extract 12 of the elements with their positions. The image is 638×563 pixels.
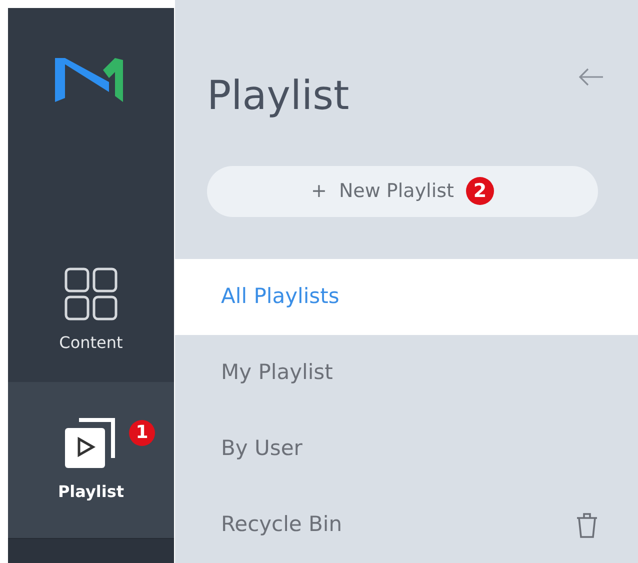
sidebar-item[interactable]: 1 Playlist	[8, 382, 174, 538]
menu-item[interactable]: All Playlists	[175, 258, 638, 335]
new-playlist-button[interactable]: + New Playlist 2	[207, 166, 598, 217]
trash-icon[interactable]	[576, 512, 598, 538]
menu-item[interactable]: My Playlist	[175, 334, 638, 411]
menu-item[interactable]: By User	[175, 410, 638, 487]
number-badge: 1	[129, 420, 155, 446]
menu-item[interactable]: Recycle Bin	[175, 486, 638, 563]
number-badge: 2	[466, 177, 494, 206]
page-title: Playlist	[207, 76, 350, 116]
grid-icon	[64, 267, 118, 321]
sidebar-item[interactable]: Content	[8, 240, 174, 382]
